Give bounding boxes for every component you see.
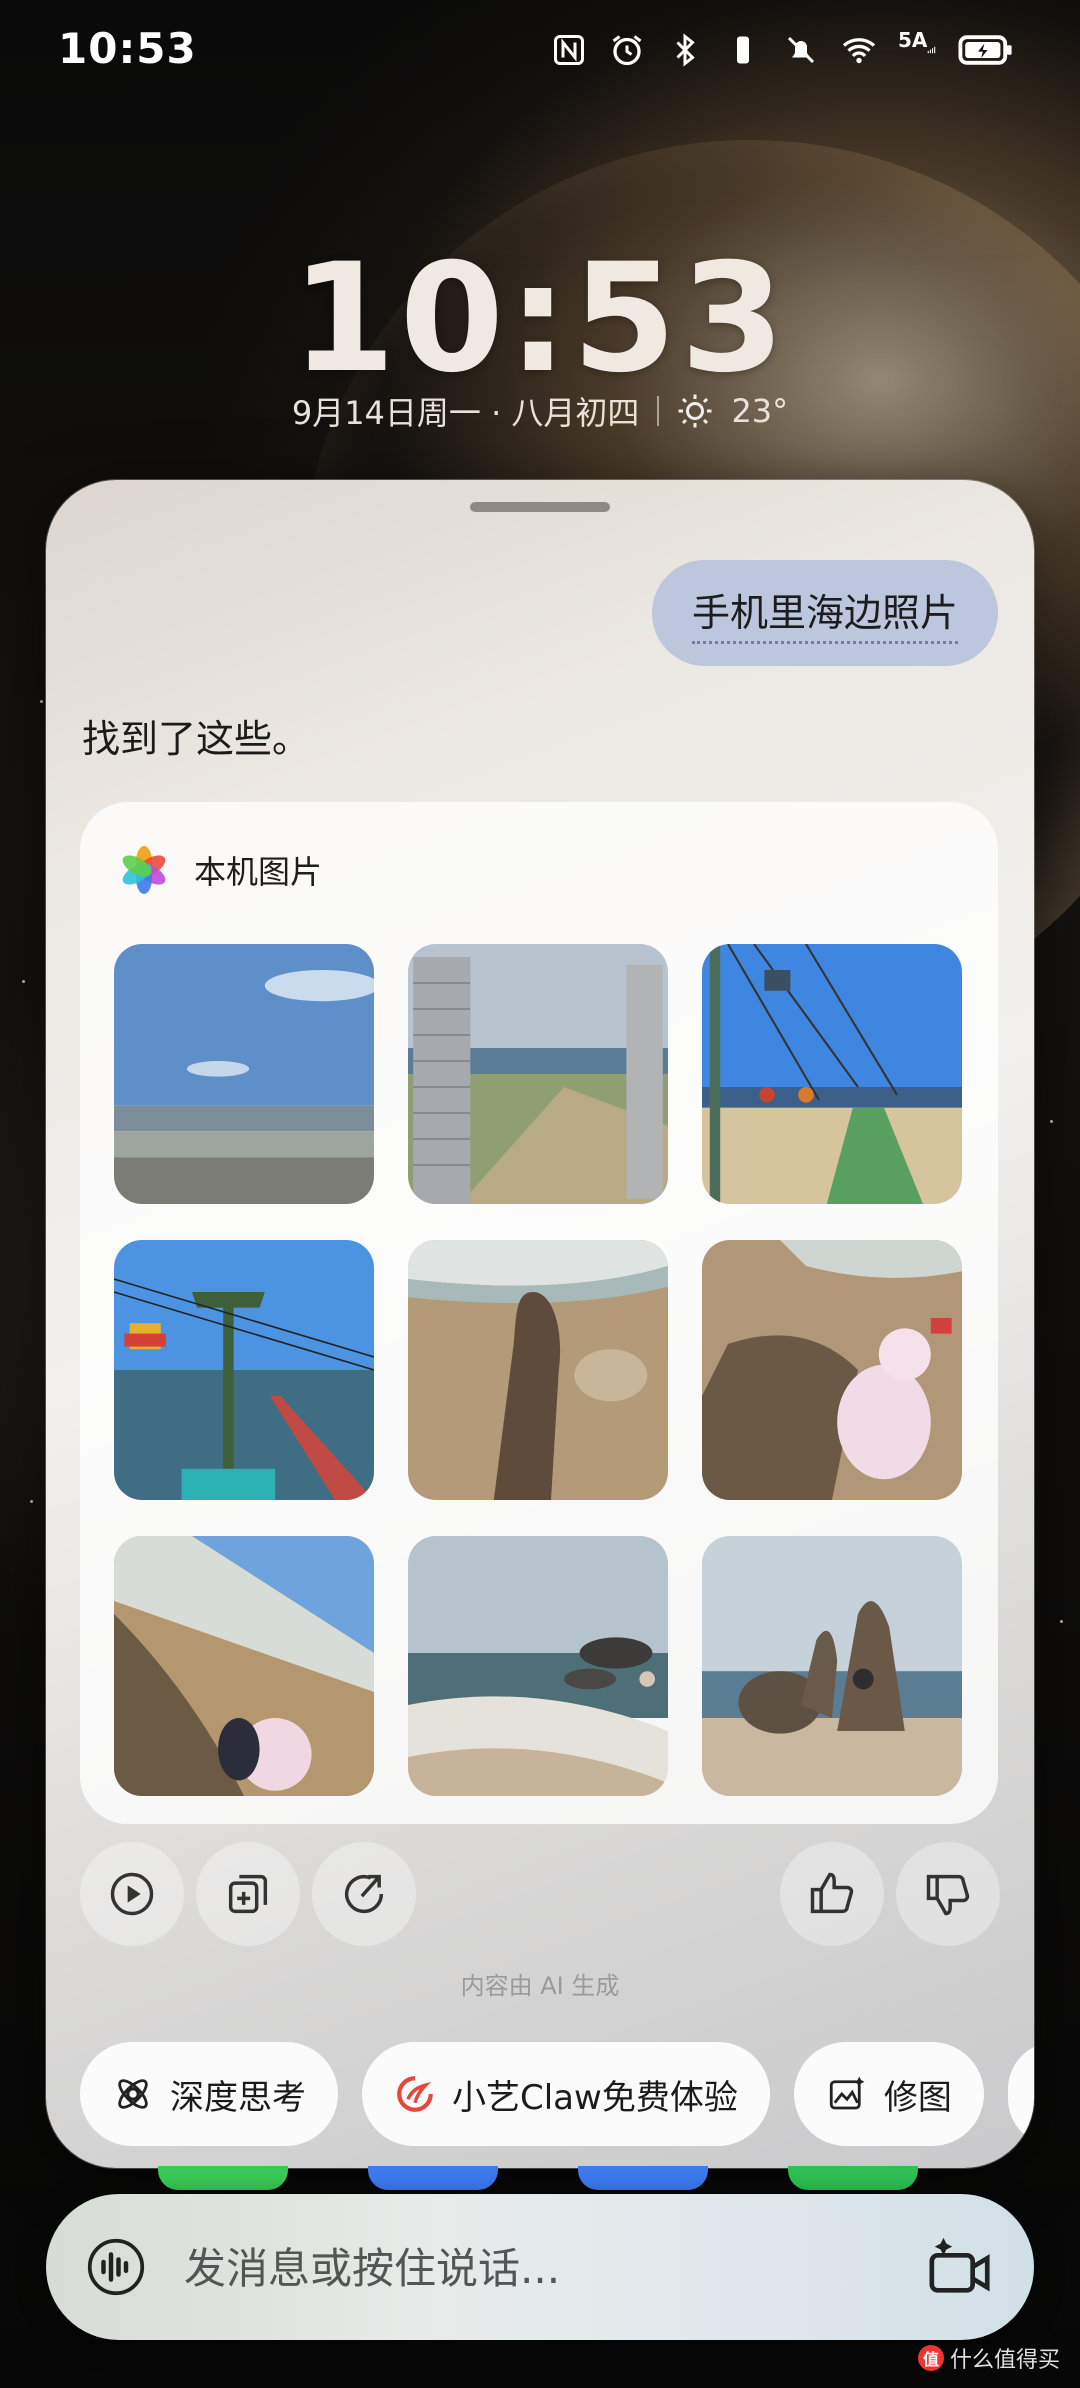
star	[1060, 1620, 1063, 1623]
share-button[interactable]	[312, 1842, 416, 1946]
alarm-icon	[608, 30, 646, 70]
photo-thumbnail[interactable]	[702, 1240, 962, 1500]
vibrate-icon	[724, 30, 762, 70]
photo-grid	[114, 944, 966, 1796]
message-input[interactable]	[182, 2230, 846, 2306]
deep-think-icon	[118, 2079, 148, 2109]
gallery-icon	[122, 846, 166, 894]
chip-claw-trial[interactable]: 小艺Claw免费体验	[362, 2042, 770, 2146]
assistant-panel: 手机里海边照片 找到了这些。 本机图片 内容由 AI 生成 深度思考 小艺Cla…	[46, 480, 1034, 2168]
watermark-text: 什么值得买	[949, 2348, 1060, 2373]
lock-screen-time: 10:53	[291, 232, 789, 406]
copy-button[interactable]	[196, 1842, 300, 1946]
star	[40, 700, 43, 703]
network-type: 5A	[898, 28, 928, 52]
watermark: 值 什么值得买	[917, 2342, 1060, 2374]
status-icons: 5A	[550, 28, 1016, 70]
chip-deep-think[interactable]: 深度思考	[80, 2042, 338, 2146]
photo-result-card: 本机图片	[80, 802, 998, 1824]
wifi-icon	[840, 30, 878, 70]
thumbs-down-button[interactable]	[896, 1842, 1000, 1946]
lock-screen-date: 9月14日周一 · 八月初四	[291, 394, 640, 432]
copy-icon	[228, 1874, 268, 1914]
assistant-reply: 找到了这些。	[82, 717, 311, 761]
watermark-logo-icon: 值	[917, 2345, 944, 2371]
photo-thumbnail[interactable]	[114, 1536, 374, 1796]
edit-image-icon	[829, 2076, 865, 2110]
chip-more[interactable]	[1007, 2042, 1034, 2146]
ai-generated-note: 内容由 AI 生成	[460, 1972, 620, 2000]
message-input-bar	[46, 2194, 1034, 2340]
chip-label: 小艺Claw免费体验	[452, 2077, 738, 2118]
card-header: 本机图片	[120, 846, 322, 894]
card-title: 本机图片	[194, 853, 323, 891]
status-bar: 10:53 5A	[0, 0, 1080, 104]
star	[22, 980, 25, 983]
user-message-bubble[interactable]: 手机里海边照片	[651, 560, 998, 666]
photo-thumbnail[interactable]	[114, 1240, 374, 1500]
battery-icon	[956, 30, 1016, 70]
photo-thumbnail[interactable]	[702, 1536, 962, 1796]
date-divider	[657, 396, 660, 426]
share-icon	[344, 1874, 384, 1914]
photo-thumbnail[interactable]	[702, 944, 962, 1204]
bluetooth-icon	[666, 30, 704, 70]
nfc-icon	[550, 30, 588, 70]
dock-app-messages	[578, 2166, 708, 2190]
star	[1050, 1120, 1053, 1123]
dock-app-contacts	[368, 2166, 498, 2190]
temperature: 23°	[731, 392, 789, 430]
photo-thumbnail[interactable]	[408, 1240, 668, 1500]
dock-app-phone	[158, 2166, 288, 2190]
voice-icon[interactable]	[86, 2237, 146, 2297]
chip-label: 修图	[883, 2077, 952, 2118]
dock-app-wechat	[788, 2166, 918, 2190]
suggestion-chips: 深度思考 小艺Claw免费体验 修图	[80, 2042, 1034, 2146]
photo-thumbnail[interactable]	[408, 1536, 668, 1796]
chip-edit-image[interactable]: 修图	[793, 2042, 984, 2146]
lock-screen-date-row: 9月14日周一 · 八月初四 23°	[0, 388, 1080, 434]
photo-thumbnail[interactable]	[114, 944, 374, 1204]
thumbs-up-icon	[810, 1872, 854, 1914]
video-call-icon[interactable]	[926, 2232, 996, 2302]
play-icon	[110, 1872, 154, 1916]
claw-icon	[397, 2076, 433, 2112]
status-time: 10:53	[58, 24, 197, 73]
play-button[interactable]	[80, 1842, 184, 1946]
photo-thumbnail[interactable]	[408, 944, 668, 1204]
mute-icon	[782, 30, 820, 70]
chip-label: 深度思考	[170, 2077, 306, 2118]
signal-icon: 5A	[898, 28, 936, 70]
sun-icon	[678, 394, 712, 428]
star	[30, 1500, 33, 1503]
panel-drag-handle[interactable]	[470, 502, 610, 512]
thumbs-down-icon	[926, 1874, 970, 1916]
camera-icon	[1032, 2073, 1034, 2115]
thumbs-up-button[interactable]	[780, 1842, 884, 1946]
user-message-text: 手机里海边照片	[691, 582, 958, 644]
